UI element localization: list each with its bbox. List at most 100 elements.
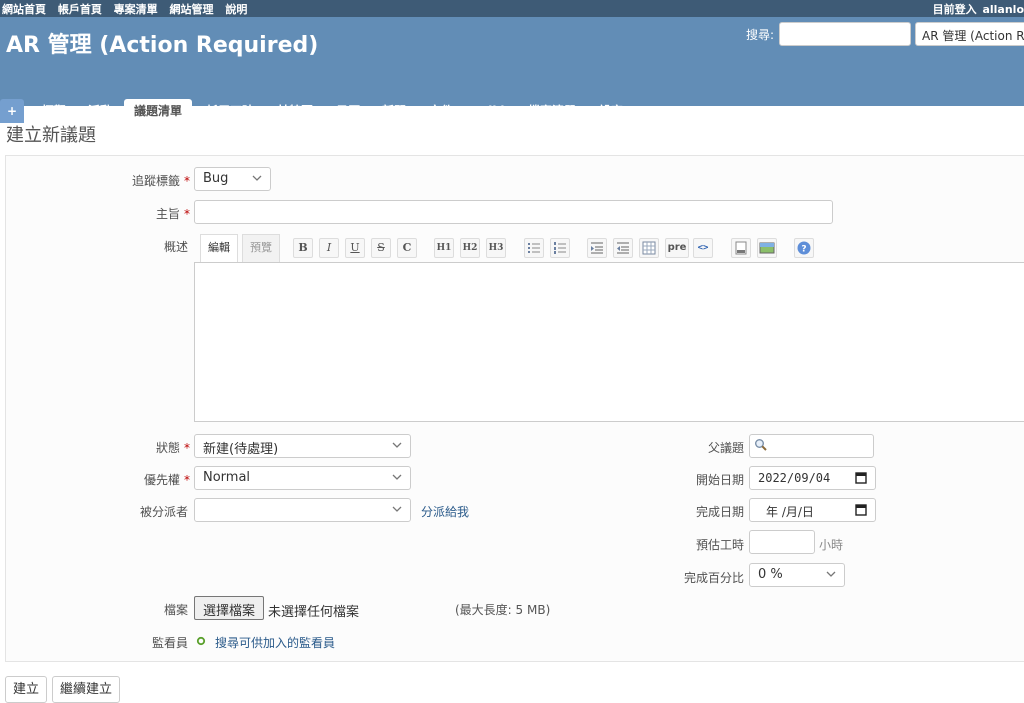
tab-issues[interactable]: 議題清單	[124, 99, 193, 123]
chevron-down-icon	[252, 170, 262, 186]
status-label: 狀態 *	[100, 439, 190, 456]
heading-1-button[interactable]: H1	[434, 238, 454, 258]
status-value: 新建(待處理)	[203, 442, 279, 457]
editor-tab-preview[interactable]: 預覽	[242, 234, 280, 262]
done-ratio-value: 0 %	[758, 567, 783, 582]
required-marker: *	[184, 441, 190, 455]
tracker-value: Bug	[203, 171, 229, 186]
tab-activity[interactable]: 活動	[88, 99, 112, 123]
ordered-list-icon[interactable]	[550, 238, 570, 258]
required-marker: *	[184, 207, 190, 221]
required-marker: *	[184, 473, 190, 487]
start-date-value: 2022/09/04	[758, 471, 831, 485]
header: AR 管理 (Action Required) 搜尋: AR 管理 (Actio…	[0, 17, 1024, 123]
strikethrough-button[interactable]: S	[371, 238, 391, 258]
hours-unit: 小時	[819, 538, 844, 552]
top-link-home[interactable]: 網站首頁	[2, 3, 46, 16]
calendar-icon[interactable]	[855, 471, 867, 487]
table-icon[interactable]	[639, 238, 659, 258]
tab-gantt[interactable]: 甘特圖	[277, 99, 313, 123]
preformatted-button[interactable]: pre	[665, 238, 689, 258]
estimated-hours-label: 預估工時	[695, 538, 744, 552]
due-date-value: 年 /月/日	[766, 505, 814, 519]
chevron-down-icon	[392, 469, 402, 485]
search-input[interactable]	[779, 22, 911, 46]
tracker-select[interactable]: Bug	[194, 167, 271, 191]
priority-label-text: 優先權	[143, 473, 180, 487]
logged-as-user[interactable]: allanlo	[982, 3, 1024, 16]
tab-calendar[interactable]: 日曆	[336, 99, 360, 123]
underline-button[interactable]: U	[345, 238, 365, 258]
code-highlight-button[interactable]: <>	[693, 238, 713, 258]
italic-button[interactable]: I	[319, 238, 339, 258]
svg-text:?: ?	[801, 245, 806, 255]
search-label: 搜尋:	[746, 28, 775, 42]
create-button[interactable]: 建立	[5, 676, 48, 703]
status-select[interactable]: 新建(待處理)	[194, 434, 411, 458]
priority-value: Normal	[203, 470, 251, 485]
tracker-label: 追蹤標籤 *	[100, 172, 190, 189]
add-icon	[196, 635, 206, 649]
editor-tab-edit[interactable]: 編輯	[200, 234, 238, 262]
start-date-label: 開始日期	[695, 473, 744, 487]
tab-files[interactable]: 檔案清單	[528, 99, 576, 123]
search-watchers-link[interactable]: 搜尋可供加入的監看員	[215, 634, 335, 651]
top-link-help[interactable]: 說明	[225, 3, 247, 16]
project-jump-select[interactable]: AR 管理 (Action R	[915, 22, 1024, 46]
assignee-label: 被分派者	[139, 505, 188, 519]
link-icon[interactable]	[731, 238, 751, 258]
required-marker: *	[184, 174, 190, 188]
parent-issue-label: 父議題	[707, 441, 744, 455]
help-icon[interactable]: ?	[794, 238, 814, 258]
calendar-icon[interactable]	[855, 503, 867, 519]
done-ratio-label: 完成百分比	[683, 571, 744, 585]
heading-2-button[interactable]: H2	[460, 238, 480, 258]
subject-label-text: 主旨	[155, 207, 180, 221]
indent-right-icon[interactable]	[587, 238, 607, 258]
tab-news[interactable]: 新聞	[382, 99, 406, 123]
tab-spent-time[interactable]: 耗用工時	[206, 99, 254, 123]
page-title: 建立新議題	[6, 125, 96, 146]
image-icon[interactable]	[757, 238, 777, 258]
create-and-continue-button[interactable]: 繼續建立	[52, 676, 121, 703]
tracker-label-text: 追蹤標籤	[131, 174, 180, 188]
top-menu-links: 網站首頁 帳戶首頁 專案清單 網站管理 說明	[2, 1, 255, 17]
description-textarea[interactable]	[194, 262, 1024, 422]
bold-button[interactable]: B	[293, 238, 313, 258]
priority-label: 優先權 *	[100, 471, 190, 488]
top-link-projects[interactable]: 專案清單	[114, 3, 158, 16]
chevron-down-icon	[392, 501, 402, 517]
subject-label: 主旨 *	[100, 205, 190, 222]
parent-issue-input[interactable]	[749, 434, 874, 458]
logged-as-label: 目前登入	[932, 3, 977, 16]
assignee-select[interactable]	[194, 498, 411, 522]
files-label: 檔案	[163, 603, 188, 617]
tab-overview[interactable]: 概觀	[42, 99, 66, 123]
chevron-down-icon	[392, 437, 402, 453]
estimated-hours-input[interactable]	[749, 530, 815, 554]
assign-to-me-link[interactable]: 分派給我	[421, 503, 469, 520]
done-ratio-select[interactable]: 0 %	[749, 563, 845, 587]
description-label: 概述	[163, 240, 188, 254]
watchers-label: 監看員	[151, 636, 188, 650]
indent-left-icon[interactable]	[613, 238, 633, 258]
logged-as: 目前登入 allanlo	[933, 1, 1024, 17]
code-button[interactable]: C	[397, 238, 417, 258]
heading-3-button[interactable]: H3	[486, 238, 506, 258]
tab-settings[interactable]: 設定	[599, 99, 623, 123]
tab-wiki[interactable]: Wiki	[475, 99, 504, 123]
project-title: AR 管理 (Action Required)	[6, 33, 319, 58]
top-link-my-page[interactable]: 帳戶首頁	[58, 3, 102, 16]
top-link-administration[interactable]: 網站管理	[170, 3, 214, 16]
subject-input[interactable]	[194, 200, 833, 224]
priority-select[interactable]: Normal	[194, 466, 411, 490]
tab-documents[interactable]: 文件	[429, 99, 453, 123]
due-date-input[interactable]: 年 /月/日	[749, 498, 876, 522]
start-date-input[interactable]: 2022/09/04	[749, 466, 876, 490]
no-file-chosen: 未選擇任何檔案	[268, 605, 360, 620]
chevron-down-icon	[826, 566, 836, 582]
top-menu: 網站首頁 帳戶首頁 專案清單 網站管理 說明 目前登入 allanlo	[0, 0, 1024, 17]
unordered-list-icon[interactable]	[524, 238, 544, 258]
new-object-button[interactable]: +	[0, 99, 24, 123]
choose-file-button[interactable]: 選擇檔案	[194, 596, 264, 620]
